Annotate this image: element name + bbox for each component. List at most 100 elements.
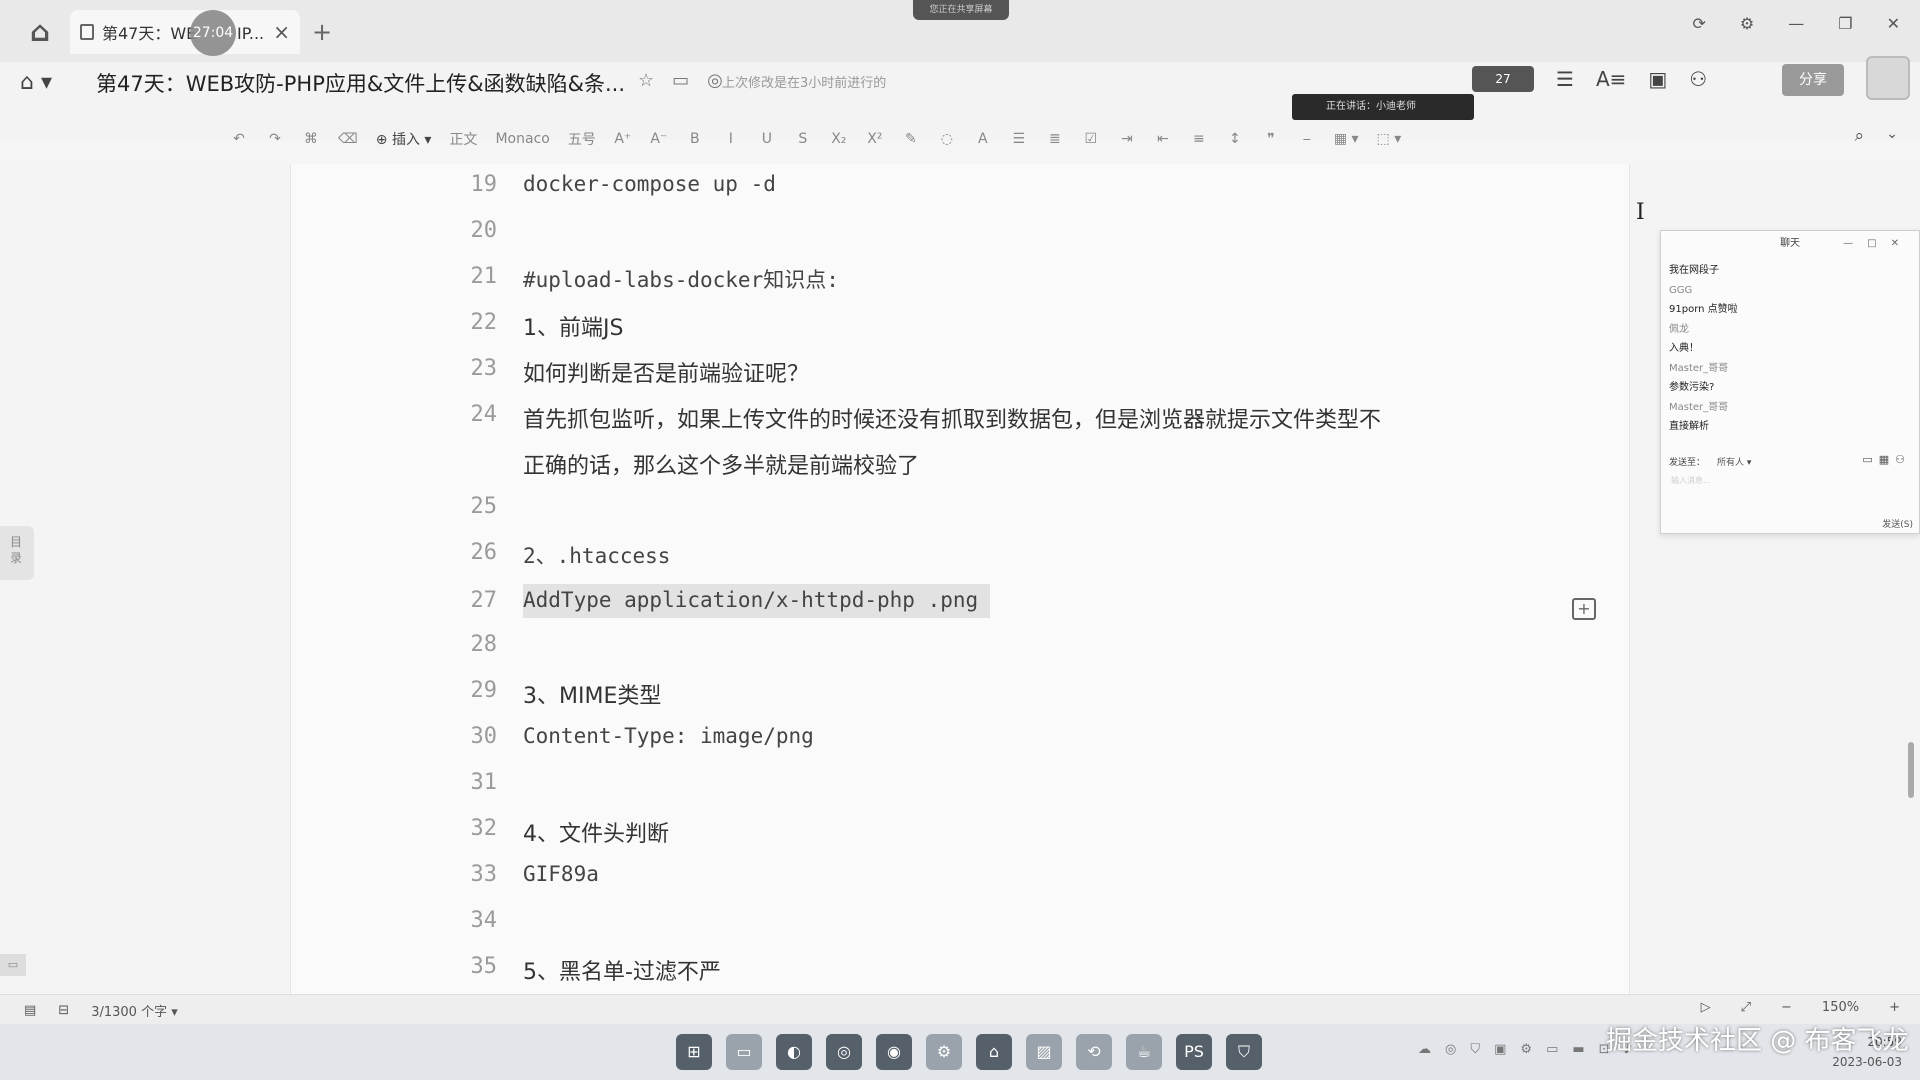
settings-icon[interactable]: ⚙ (1740, 14, 1754, 33)
chat-window[interactable]: 聊天 —□✕ 我在网段子 GGG 91porn 点赞啦 佩龙 入典！ Maste… (1660, 230, 1920, 534)
sync-icon[interactable]: ⟲ (1076, 1034, 1112, 1070)
superscript-icon[interactable]: X² (866, 131, 884, 147)
align-icon[interactable]: ≡ (1190, 131, 1208, 147)
talking-indicator: 正在讲话：小迪老师 (1292, 94, 1474, 120)
highlighted-code[interactable]: AddType application/x-httpd-php .png (523, 584, 991, 618)
tray-app-icon[interactable]: ▣ (1494, 1042, 1506, 1057)
document-page[interactable]: 19 docker-compose up -d 20 21 #upload-labs… (290, 164, 1630, 994)
outline-toggle-icon[interactable]: ▭ (0, 954, 26, 976)
phpstorm-icon[interactable]: PS (1176, 1034, 1212, 1070)
format-painter-icon[interactable]: ⌘ (302, 131, 320, 147)
shield-icon[interactable]: ⛉ (1226, 1034, 1262, 1070)
docs-app-icon[interactable]: ⌂ (976, 1034, 1012, 1070)
start-icon[interactable]: ⊞ (676, 1034, 712, 1070)
folder-icon[interactable]: ▭ (672, 70, 689, 91)
table-icon[interactable]: ▦ ▾ (1334, 131, 1359, 147)
italic-icon[interactable]: I (722, 131, 740, 147)
tray-gear-icon[interactable]: ⚙ (1520, 1042, 1532, 1057)
quote-icon[interactable]: ❞ (1262, 131, 1280, 147)
add-comment-icon[interactable]: + (1572, 598, 1596, 620)
chat-window-controls[interactable]: —□✕ (1843, 231, 1913, 257)
steam-icon[interactable]: ⚙ (926, 1034, 962, 1070)
status-left: ▤ ⊟ 3/1300 个字 ▾ (24, 1001, 178, 1020)
zoom-in-icon[interactable]: + (1889, 1000, 1900, 1015)
java-icon[interactable]: ☕ (1126, 1034, 1162, 1070)
close-tab-icon[interactable]: × (273, 20, 290, 44)
fullscreen-icon[interactable]: ⤢ (1741, 1000, 1751, 1015)
highlight-icon[interactable]: ✎ (902, 131, 920, 147)
user-avatar[interactable] (1866, 56, 1910, 100)
outdent-icon[interactable]: ⇤ (1154, 131, 1172, 147)
font-select[interactable]: Monaco (495, 131, 549, 147)
tray-camera-icon[interactable]: ◎ (1445, 1042, 1456, 1057)
refresh-icon[interactable]: ⟳ (1693, 14, 1706, 33)
share-button[interactable]: 分享 (1782, 64, 1844, 96)
tray-chat-icon[interactable]: ▭ (1546, 1042, 1558, 1057)
chat-sender: Master_哥哥 (1669, 362, 1729, 374)
collaborator-avatars[interactable]: 27 (1472, 66, 1534, 92)
formatting-toolbar: ↶ ↷ ⌘ ⌫ ⊕ 插入 ▾ 正文 Monaco 五号 A⁺ A⁻ B I U … (230, 124, 1910, 154)
app-logo-icon[interactable]: ⌂ (22, 16, 58, 48)
chat-input[interactable]: 输入消息... (1671, 475, 1711, 486)
font-color-icon[interactable]: A (974, 131, 992, 147)
zoom-level[interactable]: 150% (1822, 1000, 1859, 1015)
file-explorer-icon[interactable]: ▭ (726, 1034, 762, 1070)
word-count[interactable]: 3/1300 个字 ▾ (91, 1001, 178, 1020)
checklist-icon[interactable]: ☑ (1082, 131, 1100, 147)
subscript-icon[interactable]: X₂ (830, 131, 848, 147)
underline-icon[interactable]: U (758, 131, 776, 147)
document-icon (80, 24, 94, 40)
clear-format-icon[interactable]: ⌫ (338, 131, 358, 147)
text-format-icon[interactable]: A≡ (1596, 67, 1626, 91)
bullet-list-icon[interactable]: ☰ (1010, 131, 1028, 147)
chat-tool-icons[interactable]: ▭▦⚇ (1862, 453, 1911, 466)
numbered-list-icon[interactable]: ≣ (1046, 131, 1064, 147)
present-icon[interactable]: ▣ (1648, 67, 1667, 91)
line-spacing-icon[interactable]: ↕ (1226, 131, 1244, 147)
menu-icon[interactable]: ☰ (1556, 67, 1574, 91)
collaborators-icon[interactable]: ⚇ (1689, 67, 1707, 91)
redo-icon[interactable]: ↷ (266, 131, 284, 147)
maximize-icon[interactable]: ❐ (1838, 14, 1852, 33)
divider-icon[interactable]: ⎯ (1298, 131, 1316, 147)
chat-sender: Master_哥哥 (1669, 401, 1729, 413)
tray-monitor-icon[interactable]: ▬ (1572, 1042, 1584, 1057)
tray-shield-icon[interactable]: ⛉ (1470, 1042, 1480, 1057)
play-icon[interactable]: ▷ (1701, 1000, 1711, 1015)
chevron-down-icon[interactable]: ⌄ (1886, 126, 1898, 142)
scrollbar-thumb[interactable] (1908, 742, 1914, 798)
size-select[interactable]: 五号 (568, 129, 596, 149)
photos-icon[interactable]: ▨ (1026, 1034, 1062, 1070)
chat-message: 91porn 点赞啦 (1669, 304, 1738, 315)
star-icon[interactable]: ☆ (638, 70, 654, 91)
page-icon[interactable]: ⊟ (58, 1003, 69, 1018)
chat-send-button[interactable]: 发送(S) (1882, 517, 1913, 530)
font-increase-icon[interactable]: A⁺ (614, 131, 632, 147)
bold-icon[interactable]: B (686, 131, 704, 147)
minimize-icon[interactable]: — (1788, 14, 1804, 33)
watermark: 掘金技术社区 @ 布客飞龙 (1606, 1026, 1909, 1056)
chat-send-to[interactable]: 发送至： 所有人 ▾ (1669, 455, 1751, 468)
document-title[interactable]: 第47天：WEB攻防-PHP应用&文件上传&函数缺陷&条... (96, 68, 625, 98)
strikethrough-icon[interactable]: S (794, 131, 812, 147)
plugin-icon[interactable]: ⬚ ▾ (1377, 131, 1402, 147)
new-tab-icon[interactable]: + (312, 18, 332, 46)
chrome-icon[interactable]: ◎ (826, 1034, 862, 1070)
search-icon[interactable]: ⌕ (1854, 126, 1864, 146)
browser-icon[interactable]: ◉ (876, 1034, 912, 1070)
outline-icon[interactable]: ▤ (24, 1003, 36, 1018)
style-select[interactable]: 正文 (449, 129, 477, 149)
toc-tab[interactable]: 目录 (0, 526, 34, 580)
zoom-out-icon[interactable]: − (1781, 1000, 1792, 1015)
browser-tab-bar: ⌂ 第47天：WE IP... × 27:04 + 您正在共享屏幕 ⟳ ⚙ — … (0, 0, 1920, 62)
insert-button[interactable]: ⊕ 插入 ▾ (376, 129, 432, 149)
eraser-icon[interactable]: ◌ (938, 131, 956, 147)
edge-icon[interactable]: ◐ (776, 1034, 812, 1070)
close-window-icon[interactable]: ✕ (1887, 14, 1900, 33)
tray-cloud-icon[interactable]: ☁ (1418, 1042, 1431, 1057)
indent-icon[interactable]: ⇥ (1118, 131, 1136, 147)
document-tab[interactable]: 第47天：WE IP... × (70, 10, 300, 54)
undo-icon[interactable]: ↶ (230, 131, 248, 147)
font-decrease-icon[interactable]: A⁻ (650, 131, 668, 147)
home-icon[interactable]: ⌂ ▾ (20, 70, 52, 95)
